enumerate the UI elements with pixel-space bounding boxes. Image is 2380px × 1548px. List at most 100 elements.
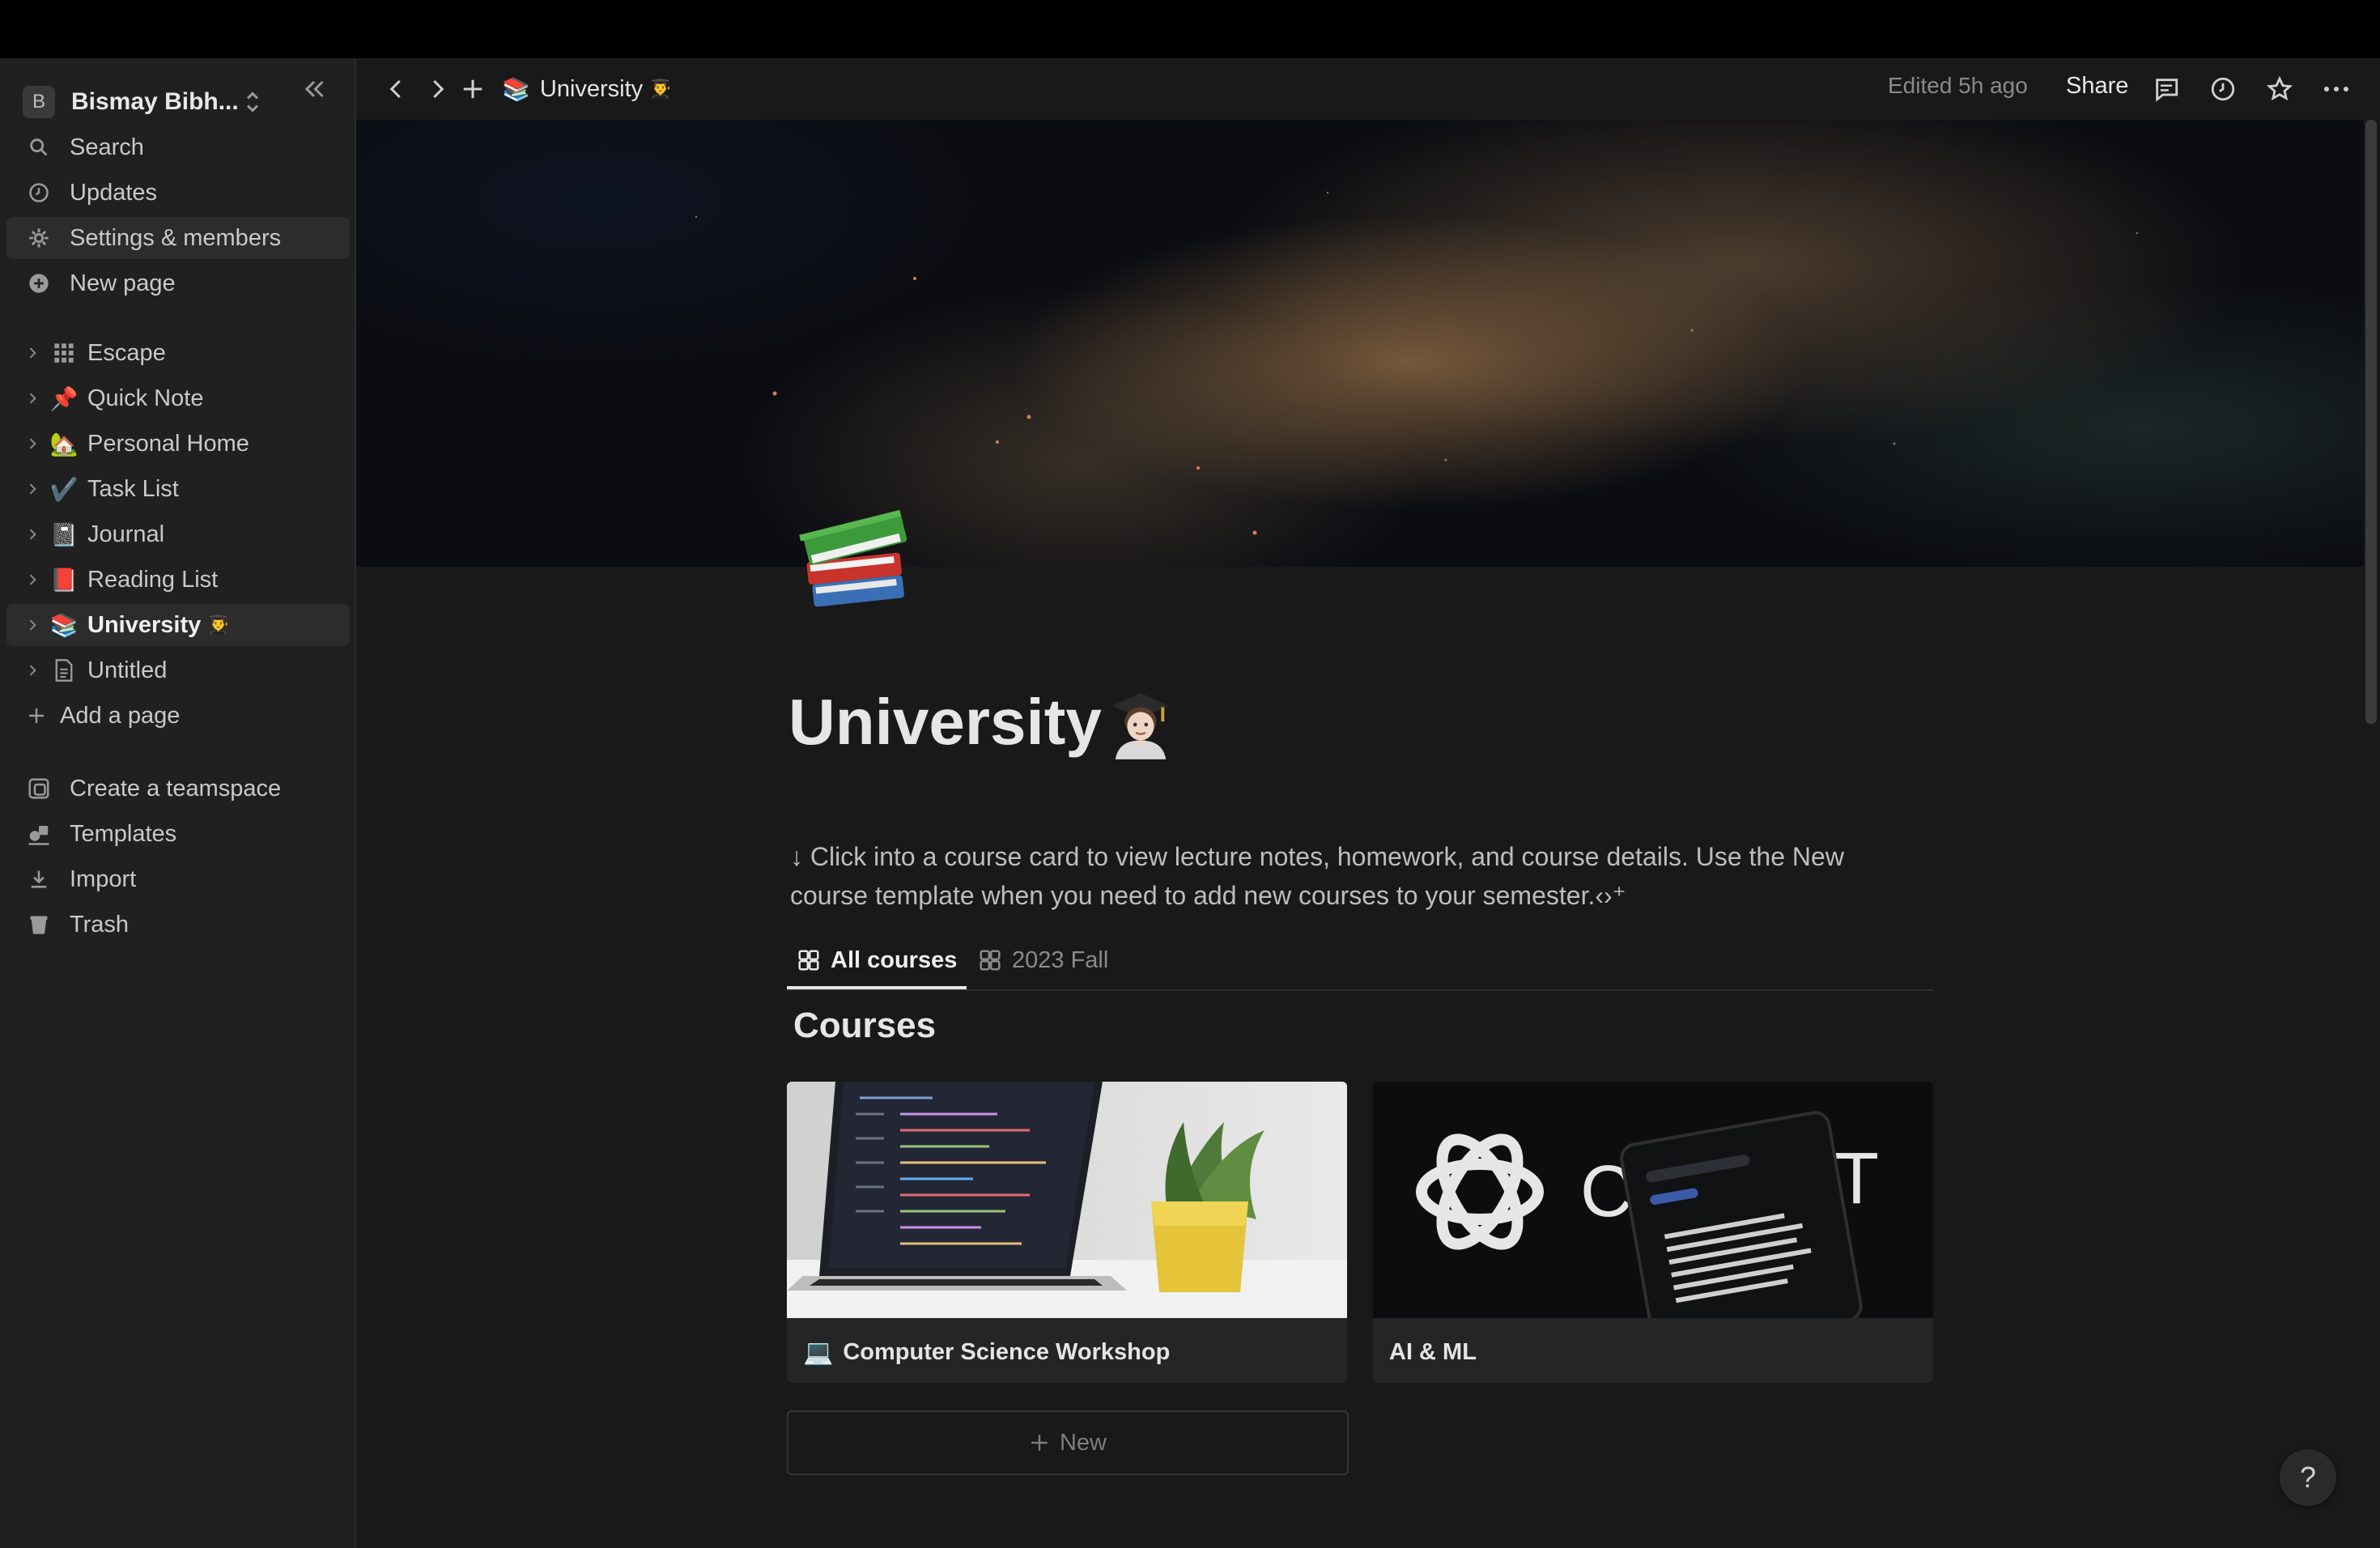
sidebar-item-templates[interactable]: Templates: [6, 813, 350, 855]
gallery-icon: [980, 950, 1001, 971]
scrollbar-thumb[interactable]: [2365, 120, 2377, 724]
tab-all-courses[interactable]: All courses: [797, 941, 957, 980]
sidebar-item-label: Updates: [70, 179, 158, 206]
clock-icon: [26, 180, 52, 206]
edited-timestamp: Edited 5h ago: [1888, 73, 2028, 98]
new-button-label: New: [1059, 1429, 1107, 1456]
sidebar-page-label: Untitled: [87, 657, 168, 683]
card-title: AI & ML: [1389, 1338, 1477, 1365]
sidebar-item-create-teamspace[interactable]: Create a teamspace: [6, 768, 350, 810]
laptop-icon: 💻: [803, 1338, 834, 1366]
new-tab-plus-icon[interactable]: [458, 74, 487, 104]
chevron-right-icon[interactable]: [24, 390, 40, 406]
tab-2023-fall[interactable]: 2023 Fall: [978, 941, 1108, 980]
sidebar-item-label: New page: [70, 270, 176, 296]
teamspace-icon: [26, 776, 52, 802]
sidebar-page-personal-home[interactable]: 🏡 Personal Home: [6, 423, 350, 465]
chevron-right-icon[interactable]: [24, 481, 40, 497]
chatgpt-cover-image: C T: [1373, 1082, 1933, 1318]
books-icon: 📚: [502, 76, 530, 102]
red-book-icon: 📕: [49, 567, 79, 593]
breadcrumb[interactable]: 📚 University 👨‍🎓: [502, 70, 672, 108]
sidebar-page-untitled[interactable]: Untitled: [6, 649, 350, 691]
graduate-icon: 👨‍🎓: [649, 79, 672, 99]
course-card-computer-science[interactable]: 💻 Computer Science Workshop: [787, 1082, 1347, 1383]
chevron-right-icon[interactable]: [24, 662, 40, 678]
tab-label: All courses: [831, 946, 958, 973]
share-button[interactable]: Share: [2066, 73, 2128, 100]
plus-icon: [23, 702, 50, 729]
help-button[interactable]: ?: [2280, 1449, 2336, 1506]
sidebar-item-label: Create a teamspace: [70, 775, 282, 802]
graduate-emoji-icon: [1111, 693, 1170, 759]
card-caption: 💻 Computer Science Workshop: [803, 1334, 1170, 1370]
sidebar-item-label: Settings & members: [70, 224, 282, 251]
page-title[interactable]: University: [788, 685, 1102, 759]
sidebar-item-trash[interactable]: Trash: [6, 904, 350, 946]
comment-icon[interactable]: [2152, 74, 2181, 104]
sidebar-page-label: Personal Home: [87, 430, 249, 457]
new-course-button[interactable]: New: [787, 1410, 1349, 1475]
page-description[interactable]: ↓ Click into a course card to view lectu…: [790, 837, 1923, 915]
page-header: 📚 University 👨‍🎓 Edited 5h ago Share: [356, 58, 2380, 120]
cover-image[interactable]: [356, 120, 2364, 567]
add-page-label: Add a page: [60, 702, 181, 729]
chevron-updown-icon[interactable]: [238, 87, 267, 117]
card-title: Computer Science Workshop: [843, 1338, 1171, 1365]
page-icon: [50, 657, 78, 684]
forward-arrow-icon[interactable]: [423, 74, 452, 104]
sidebar-item-settings[interactable]: Settings & members: [6, 217, 350, 259]
chevron-right-icon[interactable]: [24, 345, 40, 361]
sidebar-item-label: Templates: [70, 820, 177, 847]
back-arrow-icon[interactable]: [382, 74, 411, 104]
sidebar-page-journal[interactable]: 📓 Journal: [6, 513, 350, 555]
workspace-name: Bismay Bibh...: [71, 88, 239, 115]
sidebar-page-task-list[interactable]: ✔️ Task List: [6, 468, 350, 510]
sidebar-item-new-page[interactable]: New page: [6, 262, 350, 304]
chevron-right-icon[interactable]: [24, 617, 40, 633]
sidebar-page-quick-note[interactable]: 📌 Quick Note: [6, 377, 350, 419]
templates-icon: [26, 821, 52, 847]
workspace-avatar: B: [23, 86, 55, 118]
collapse-sidebar-icon[interactable]: [300, 74, 329, 104]
active-tab-indicator: [787, 986, 967, 989]
laptop-cover-image: [787, 1082, 1347, 1318]
plus-circle-icon: [26, 270, 52, 296]
section-title: Courses: [793, 1006, 937, 1045]
checkmark-icon: ✔️: [49, 476, 79, 502]
cover-stars: [695, 191, 2139, 535]
sidebar-item-import[interactable]: Import: [6, 858, 350, 900]
plus-icon: [1031, 1435, 1048, 1451]
chevron-right-icon[interactable]: [24, 526, 40, 542]
history-clock-icon[interactable]: [2208, 74, 2238, 104]
sidebar-item-search[interactable]: Search: [6, 126, 350, 168]
add-page-button[interactable]: Add a page: [6, 695, 350, 737]
sidebar-item-label: Import: [70, 865, 137, 892]
search-icon: [26, 134, 52, 160]
sidebar-page-escape[interactable]: Escape: [6, 332, 350, 374]
chevron-right-icon[interactable]: [24, 572, 40, 588]
books-page-icon[interactable]: [793, 495, 920, 622]
sidebar-page-label: Escape: [87, 339, 166, 366]
trash-icon: [26, 912, 52, 938]
view-tabs: All courses 2023 Fall: [787, 931, 1933, 991]
grid-icon: [50, 339, 78, 367]
chevron-right-icon[interactable]: [24, 436, 40, 452]
house-icon: 🏡: [49, 431, 79, 457]
breadcrumb-label: University: [539, 75, 644, 102]
sidebar-page-reading-list[interactable]: 📕 Reading List: [6, 559, 350, 601]
course-card-ai-ml[interactable]: C T AI & ML: [1373, 1082, 1933, 1383]
sidebar-item-label: Trash: [70, 911, 130, 938]
sidebar-item-label: Search: [70, 134, 144, 160]
pin-icon: 📌: [49, 385, 79, 411]
sidebar: B Bismay Bibh... Search Updates Settings…: [0, 58, 356, 1548]
workspace-switcher[interactable]: B Bismay Bibh...: [23, 73, 346, 131]
sidebar-item-updates[interactable]: Updates: [6, 172, 350, 214]
more-options-icon[interactable]: [2322, 74, 2351, 104]
graduate-icon: 👨‍🎓: [207, 615, 230, 635]
sidebar-page-label: Reading List: [87, 566, 219, 593]
sidebar-page-label: Task List: [87, 475, 179, 502]
star-icon[interactable]: [2265, 74, 2294, 104]
sidebar-page-university[interactable]: 📚 University 👨‍🎓: [6, 604, 350, 646]
card-caption: AI & ML: [1389, 1334, 1477, 1370]
